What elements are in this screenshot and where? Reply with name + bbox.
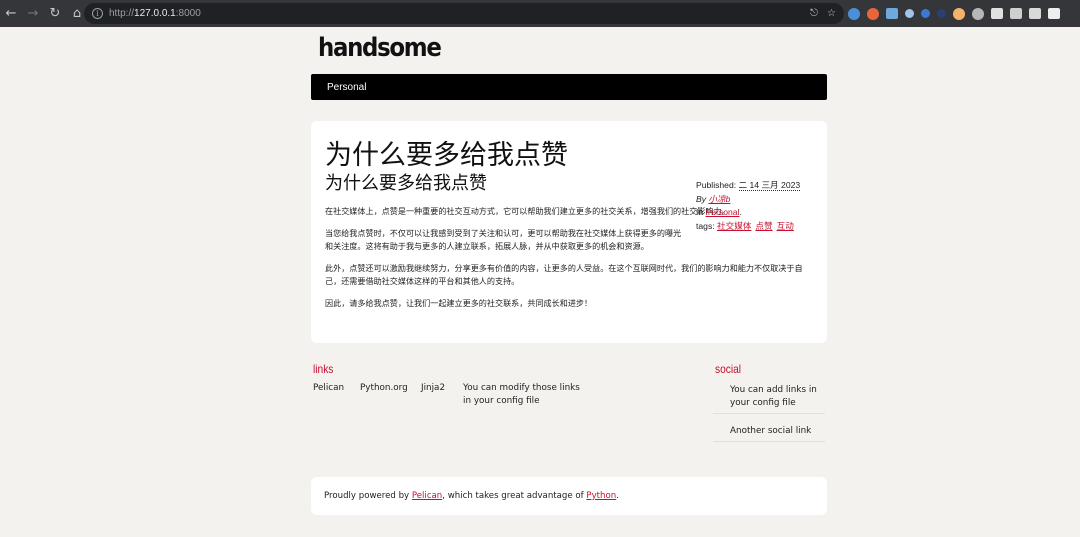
menu-item-personal[interactable]: Personal [327,82,366,93]
browser-toolbar: ← → ↻ ⌂ i http://127.0.0.1:8000 ⎋ ☆ [0,0,1080,27]
article-title[interactable]: 为什么要多给我点赞 [325,133,568,172]
bookmark-star-icon[interactable]: ☆ [827,8,836,19]
links-heading: links [313,362,334,376]
extension-icon[interactable] [1010,8,1022,19]
extension-icon[interactable] [972,7,984,20]
pelican-link[interactable]: Pelican [412,491,442,501]
share-icon[interactable]: ⎋ [810,8,818,19]
author-link[interactable]: 小凉b [708,194,730,204]
extension-icon[interactable] [953,7,965,20]
reload-icon[interactable]: ↻ [44,0,66,27]
puzzle-icon[interactable] [1029,8,1041,19]
url-text: http://127.0.0.1:8000 [109,8,201,19]
tag-link[interactable]: 社交媒体 [717,221,751,231]
published-date: 二 14 三月 2023 [738,180,801,191]
article-subtitle: 为什么要多给我点赞 [325,173,487,194]
social-link-config[interactable]: You can add links in your config file [713,384,825,414]
extension-icon[interactable] [937,9,946,18]
extension-icon[interactable] [991,8,1003,19]
site-logo[interactable]: handsome [318,33,442,63]
python-link[interactable]: Python [586,491,616,501]
sidebar-icon[interactable] [1048,8,1060,19]
link-jinja2[interactable]: Jinja2 [421,382,445,395]
footer: Proudly powered by Pelican, which takes … [311,477,827,515]
extensions-bar [848,0,1060,27]
link-config-note[interactable]: You can modify those links in your confi… [463,382,581,408]
paragraph: 此外，点赞还可以激励我继续努力，分享更多有价值的内容，让更多的人受益。在这个互联… [325,263,803,286]
category-link[interactable]: Personal [706,207,740,217]
extension-icon[interactable] [848,7,860,20]
extension-icon[interactable] [905,9,914,18]
category-line: In Personal. [696,207,742,217]
article-card: 为什么要多给我点赞 为什么要多给我点赞 在社交媒体上，点赞是一种重要的社交互动方… [311,121,827,343]
article-meta: Published: 二 14 三月 2023 By 小凉b In Person… [696,179,821,233]
tags-line: tags: 社交媒体 点赞 互动 [696,220,794,231]
link-pelican[interactable]: Pelican [313,382,344,395]
link-python-org[interactable]: Python.org [360,382,408,395]
tag-link[interactable]: 互动 [777,221,794,231]
back-icon[interactable]: ← [0,0,22,27]
address-bar[interactable]: i http://127.0.0.1:8000 ⎋ ☆ [84,3,844,24]
paragraph: 当您给我点赞时，不仅可以让我感到受到了关注和认可，更可以帮助我在社交媒体上获得更… [325,228,682,251]
extension-icon[interactable] [867,7,879,20]
social-link-another[interactable]: Another social link [713,425,825,442]
extension-icon[interactable] [886,8,898,19]
article-content: 在社交媒体上，点赞是一种重要的社交互动方式，它可以帮助我们建立更多的社交关系，增… [325,205,803,319]
main-menu: Personal [311,74,827,100]
social-heading: social [715,362,742,376]
info-icon[interactable]: i [92,8,103,19]
extension-icon[interactable] [921,9,930,18]
tag-link[interactable]: 点赞 [755,221,772,231]
paragraph: 因此，请多给我点赞，让我们一起建立更多的社交联系，共同成长和进步！ [325,298,593,308]
author-line: By 小凉b [696,193,731,204]
published-line: Published: 二 14 三月 2023 [696,180,801,191]
forward-icon[interactable]: → [22,0,44,27]
